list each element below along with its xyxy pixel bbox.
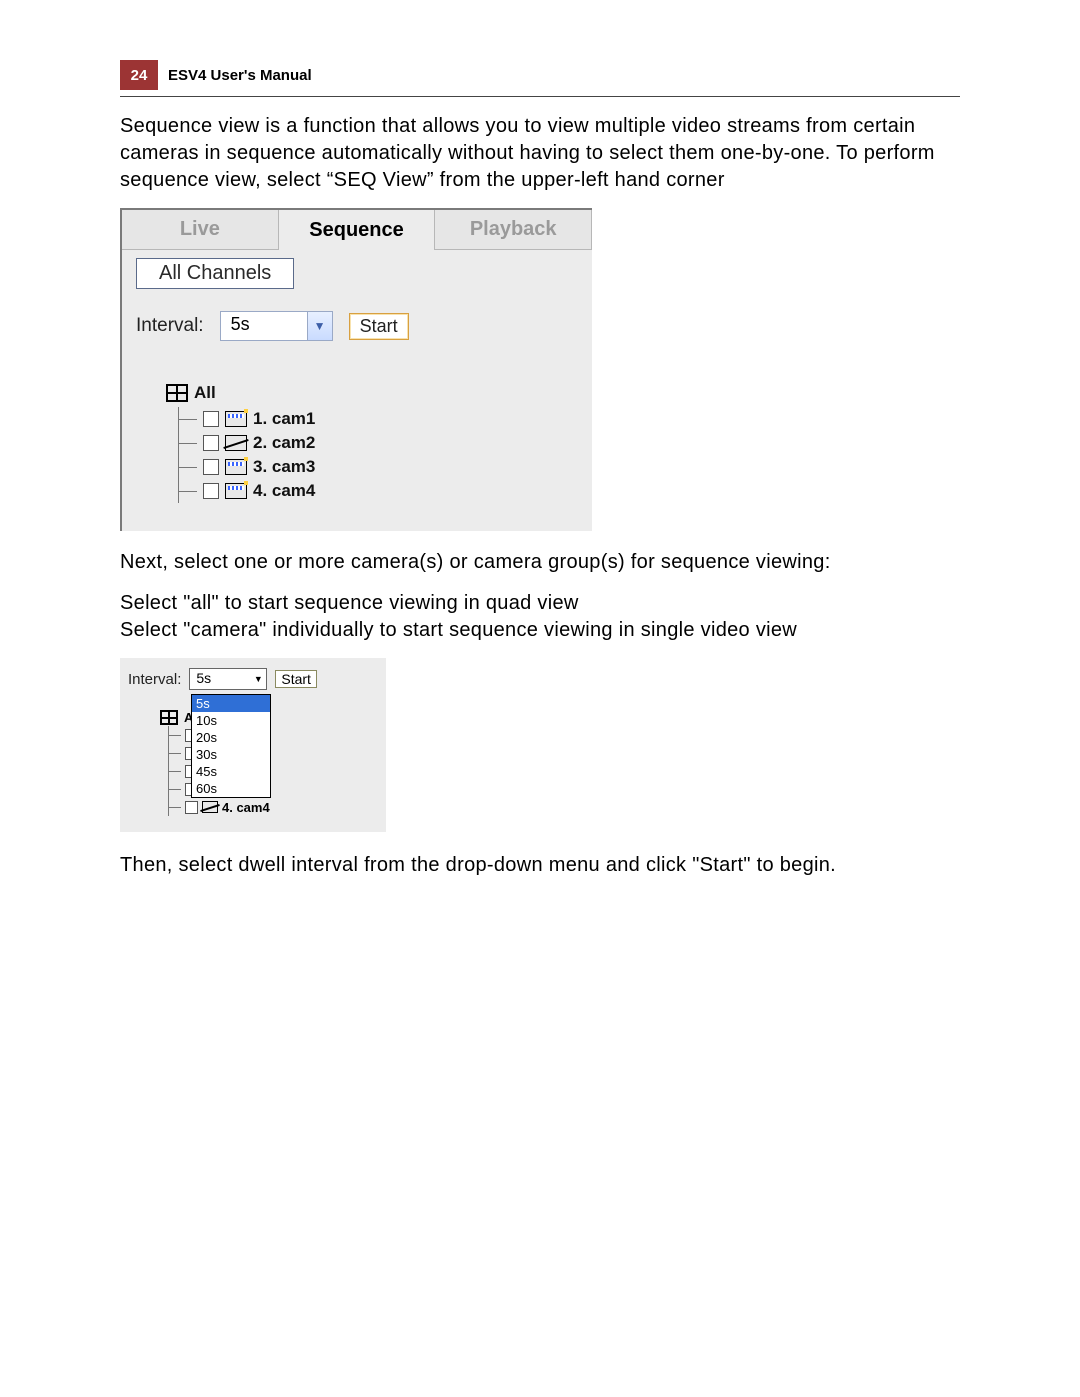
camera-icon <box>225 411 247 427</box>
interval-option[interactable]: 30s <box>192 746 270 763</box>
quad-view-icon <box>166 384 188 402</box>
page-header: 24 ESV4 User's Manual <box>120 60 960 90</box>
cam-label: 4. cam4 <box>222 800 270 815</box>
tree-item-cam2[interactable]: 2. cam2 <box>179 431 592 455</box>
tree-item-cam4[interactable]: 4. cam4 <box>169 798 380 816</box>
tab-playback[interactable]: Playback <box>435 210 592 250</box>
checkbox[interactable] <box>203 483 219 499</box>
interval-option[interactable]: 20s <box>192 729 270 746</box>
cam-label: 2. cam2 <box>253 433 315 453</box>
interval-option[interactable]: 10s <box>192 712 270 729</box>
interval-options-list[interactable]: 5s 10s 20s 30s 45s 60s <box>191 694 271 798</box>
all-channels-button[interactable]: All Channels <box>136 258 294 289</box>
sequence-panel-figure: Live Sequence Playback All Channels Inte… <box>120 208 592 531</box>
manual-title: ESV4 User's Manual <box>158 60 312 90</box>
intro-paragraph: Sequence view is a function that allows … <box>120 113 960 194</box>
interval-label: Interval: <box>136 315 204 337</box>
camera-icon <box>225 483 247 499</box>
interval-label: Interval: <box>128 671 181 688</box>
tree-item-cam4[interactable]: 4. cam4 <box>179 479 592 503</box>
camera-tree: All 1. cam1 2. cam2 <box>122 383 592 503</box>
interval-value: 5s <box>221 312 307 340</box>
start-button[interactable]: Start <box>349 313 409 340</box>
interval-value: 5s <box>190 669 250 689</box>
tree-root-label: All <box>194 383 216 403</box>
header-rule <box>120 96 960 97</box>
select-all-line: Select "all" to start sequence viewing i… <box>120 590 960 617</box>
cam-label: 1. cam1 <box>253 409 315 429</box>
checkbox[interactable] <box>203 435 219 451</box>
interval-option[interactable]: 5s <box>192 695 270 712</box>
interval-dropdown[interactable]: 5s ▼ <box>220 311 333 341</box>
chevron-down-icon: ▼ <box>307 312 332 340</box>
cam-label: 3. cam3 <box>253 457 315 477</box>
tree-item-cam1[interactable]: 1. cam1 <box>179 407 592 431</box>
camera-icon <box>225 459 247 475</box>
checkbox[interactable] <box>203 411 219 427</box>
select-individual-line: Select "camera" individually to start se… <box>120 617 960 644</box>
tab-live[interactable]: Live <box>122 210 279 250</box>
select-cam-paragraph: Next, select one or more camera(s) or ca… <box>120 549 960 576</box>
chevron-down-icon: ▼ <box>250 669 266 689</box>
interval-dropdown[interactable]: 5s ▼ <box>189 668 267 690</box>
tab-sequence[interactable]: Sequence <box>279 210 436 250</box>
start-button[interactable]: Start <box>275 670 317 688</box>
interval-dropdown-figure: Interval: 5s ▼ Start 5s 10s 20s 30s 45s … <box>120 658 386 832</box>
tree-item-cam3[interactable]: 3. cam3 <box>179 455 592 479</box>
camera-offline-icon <box>225 435 247 451</box>
checkbox[interactable] <box>185 801 198 814</box>
interval-option[interactable]: 60s <box>192 780 270 797</box>
quad-view-icon <box>160 710 178 725</box>
interval-option[interactable]: 45s <box>192 763 270 780</box>
checkbox[interactable] <box>203 459 219 475</box>
page-number: 24 <box>120 60 158 90</box>
camera-offline-icon <box>202 801 218 813</box>
cam-label: 4. cam4 <box>253 481 315 501</box>
closing-paragraph: Then, select dwell interval from the dro… <box>120 852 960 879</box>
